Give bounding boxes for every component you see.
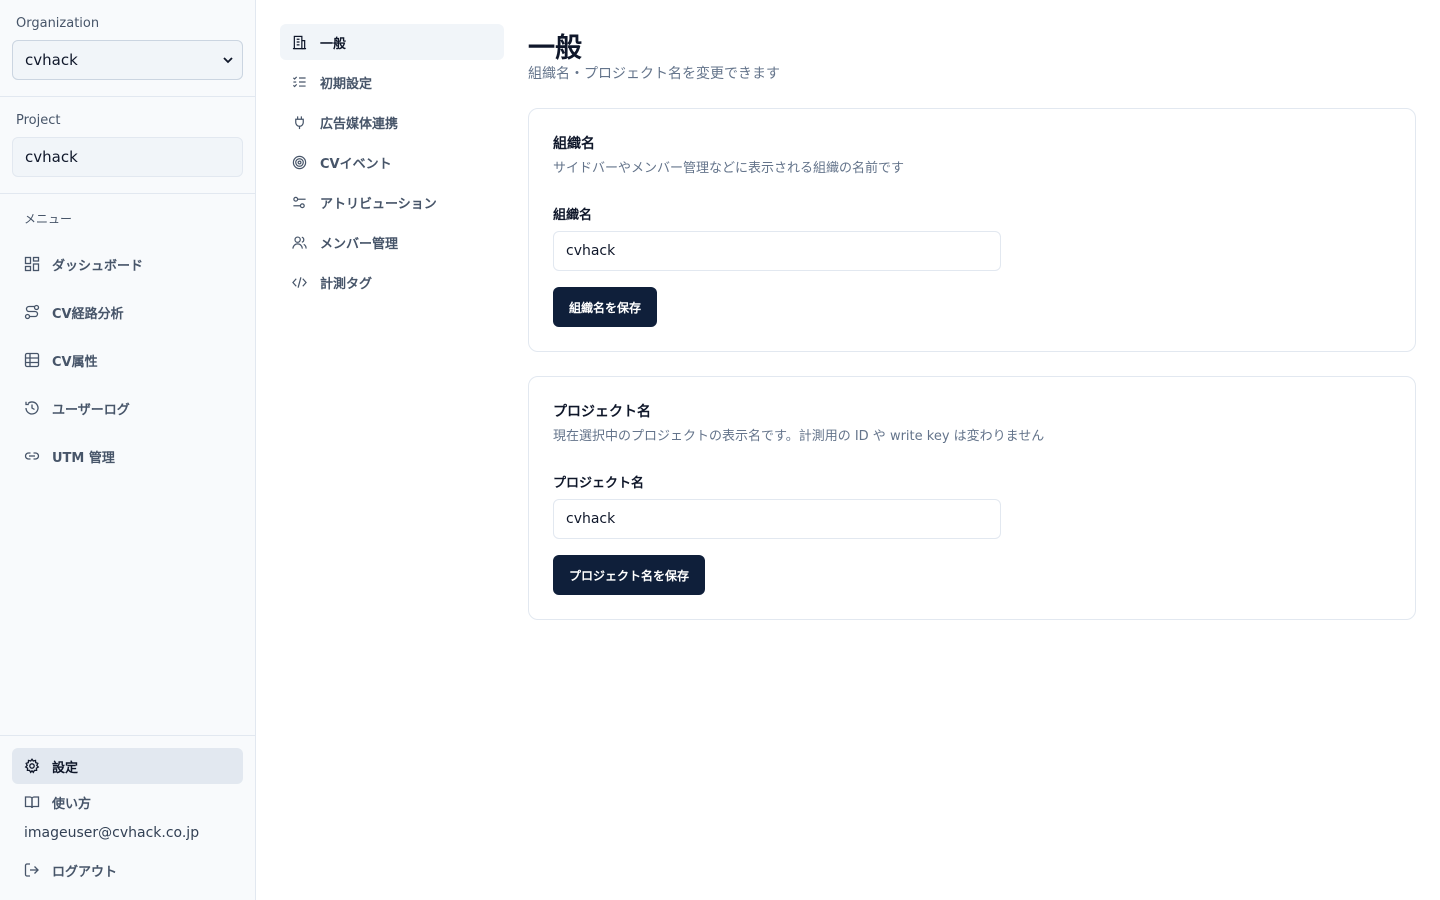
page-subtitle: 組織名・プロジェクト名を変更できます bbox=[528, 66, 780, 82]
checklist-icon bbox=[292, 75, 306, 87]
sidebar: Organization cvhack Project cvhack メニュー … bbox=[0, 0, 256, 900]
logout-button[interactable]: ログアウト bbox=[12, 852, 243, 888]
settings-nav-initial-setup[interactable]: 初期設定 bbox=[280, 64, 504, 100]
save-project-name-button[interactable]: プロジェクト名を保存 bbox=[553, 555, 706, 595]
sidebar-item-label: ダッシュボード bbox=[52, 258, 144, 274]
organization-name-card: 組織名 サイドバーやメンバー管理などに表示される組織の名前です 組織名 組織名を… bbox=[528, 108, 1416, 352]
organization-label: Organization bbox=[16, 16, 100, 31]
settings-nav-label: 一般 bbox=[320, 36, 347, 52]
sidebar-divider bbox=[0, 735, 255, 736]
table-icon bbox=[24, 352, 40, 368]
plug-icon bbox=[295, 115, 304, 129]
dashboard-icon bbox=[24, 256, 40, 272]
page-title: 一般 bbox=[528, 33, 582, 64]
settings-nav-ad-integration[interactable]: 広告媒体連携 bbox=[280, 104, 504, 140]
chevron-down-icon bbox=[223, 57, 233, 64]
users-icon bbox=[292, 235, 307, 249]
settings-nav-attribution[interactable]: アトリビューション bbox=[280, 184, 504, 220]
history-icon bbox=[25, 401, 39, 415]
project-label: Project bbox=[16, 113, 61, 128]
card-title: プロジェクト名 bbox=[553, 404, 651, 420]
sidebar-item-label: ログアウト bbox=[52, 864, 118, 880]
project-name-input[interactable] bbox=[553, 499, 1001, 539]
sliders-icon bbox=[293, 196, 306, 208]
sidebar-item-guide[interactable]: 使い方 bbox=[12, 784, 243, 820]
target-icon bbox=[292, 155, 307, 169]
sidebar-divider bbox=[0, 193, 255, 194]
organization-select-value: cvhack bbox=[25, 51, 78, 69]
link-icon bbox=[24, 452, 40, 460]
route-icon bbox=[24, 304, 40, 320]
user-email: imageuser@cvhack.co.jp bbox=[24, 825, 200, 841]
sidebar-item-dashboard[interactable]: ダッシュボード bbox=[12, 246, 243, 282]
sidebar-item-cv-attributes[interactable]: CV属性 bbox=[12, 342, 243, 378]
project-name-card: プロジェクト名 現在選択中のプロジェクトの表示名です。計測用の ID や wri… bbox=[528, 376, 1416, 620]
sidebar-item-utm[interactable]: UTM 管理 bbox=[12, 438, 243, 474]
organization-name-input[interactable] bbox=[553, 231, 1001, 271]
sidebar-item-settings[interactable]: 設定 bbox=[12, 748, 243, 784]
settings-nav-cv-events[interactable]: CVイベント bbox=[280, 144, 504, 180]
sidebar-item-label: 使い方 bbox=[52, 796, 92, 812]
settings-nav-label: メンバー管理 bbox=[320, 236, 399, 252]
organization-select[interactable]: cvhack bbox=[12, 40, 243, 80]
settings-nav-label: CVイベント bbox=[320, 156, 392, 172]
project-selector[interactable]: cvhack bbox=[12, 137, 243, 177]
sidebar-divider bbox=[0, 96, 255, 97]
sidebar-item-label: 設定 bbox=[52, 760, 79, 776]
sidebar-item-label: CV経路分析 bbox=[52, 306, 124, 322]
gear-icon bbox=[24, 758, 40, 774]
settings-nav-general[interactable]: 一般 bbox=[280, 24, 504, 60]
settings-nav-label: 計測タグ bbox=[320, 276, 373, 292]
settings-nav-tracking-tag[interactable]: 計測タグ bbox=[280, 264, 504, 300]
book-icon bbox=[24, 796, 40, 809]
card-description: 現在選択中のプロジェクトの表示名です。計測用の ID や write key は… bbox=[553, 429, 1045, 444]
settings-nav-members[interactable]: メンバー管理 bbox=[280, 224, 504, 260]
save-organization-name-button[interactable]: 組織名を保存 bbox=[553, 287, 658, 327]
sidebar-item-label: UTM 管理 bbox=[52, 450, 115, 466]
settings-nav-label: 広告媒体連携 bbox=[320, 116, 399, 132]
project-selector-value: cvhack bbox=[25, 148, 78, 166]
logout-icon bbox=[24, 863, 39, 877]
sidebar-item-cv-route[interactable]: CV経路分析 bbox=[12, 294, 243, 330]
sidebar-item-label: CV属性 bbox=[52, 354, 98, 370]
sidebar-item-user-log[interactable]: ユーザーログ bbox=[12, 390, 243, 426]
code-icon bbox=[292, 276, 307, 288]
sidebar-item-label: ユーザーログ bbox=[52, 402, 130, 418]
field-label: プロジェクト名 bbox=[553, 476, 645, 491]
field-label: 組織名 bbox=[553, 208, 593, 223]
settings-nav-label: 初期設定 bbox=[320, 76, 373, 92]
building-icon bbox=[292, 35, 307, 49]
card-description: サイドバーやメンバー管理などに表示される組織の名前です bbox=[553, 161, 905, 176]
settings-nav-label: アトリビューション bbox=[320, 196, 437, 212]
card-title: 組織名 bbox=[553, 136, 595, 152]
menu-heading: メニュー bbox=[24, 212, 73, 226]
